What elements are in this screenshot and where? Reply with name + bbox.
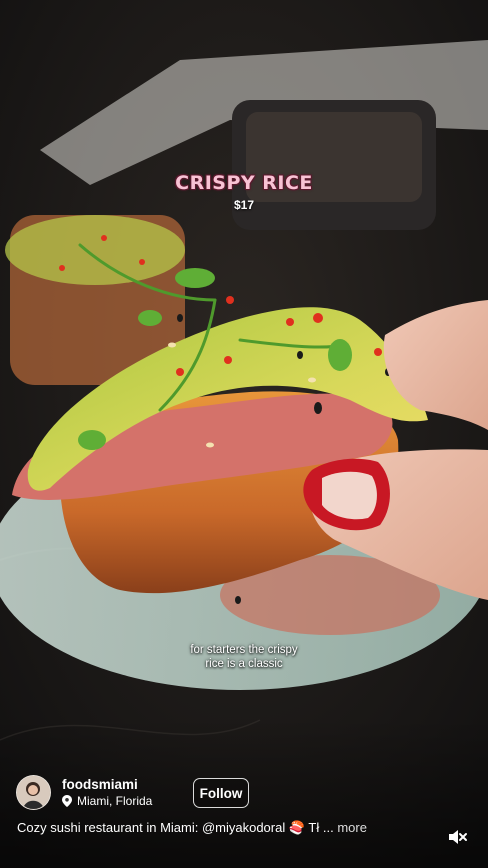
avatar-photo bbox=[17, 776, 50, 809]
video-frame[interactable]: CRISPY RICE $17 for starters the crispy … bbox=[0, 0, 488, 868]
overlay-title-block: CRISPY RICE $17 bbox=[0, 172, 488, 212]
caption-line-2: rice is a classic bbox=[205, 658, 283, 670]
location-text: Miami, Florida bbox=[77, 794, 153, 808]
dish-price: $17 bbox=[233, 198, 255, 212]
caption-line-1: for starters the crispy bbox=[190, 644, 298, 656]
username[interactable]: foodsmiami bbox=[62, 776, 152, 793]
dish-title: CRISPY RICE bbox=[175, 172, 313, 194]
muted-speaker-icon[interactable] bbox=[446, 826, 468, 848]
more-link[interactable]: more bbox=[337, 820, 367, 835]
follow-button[interactable]: Follow bbox=[193, 778, 249, 808]
post-description[interactable]: Cozy sushi restaurant in Miami: @miyakod… bbox=[17, 820, 367, 836]
description-ellipsis: ... bbox=[322, 820, 334, 835]
video-caption: for starters the crispy rice is a classi… bbox=[0, 643, 488, 671]
location-row[interactable]: Miami, Florida bbox=[62, 793, 152, 809]
description-text: Cozy sushi restaurant in Miami: @miyakod… bbox=[17, 820, 320, 835]
location-pin-icon bbox=[62, 795, 72, 807]
profile-block[interactable]: foodsmiami Miami, Florida bbox=[16, 775, 152, 810]
avatar[interactable] bbox=[16, 775, 51, 810]
